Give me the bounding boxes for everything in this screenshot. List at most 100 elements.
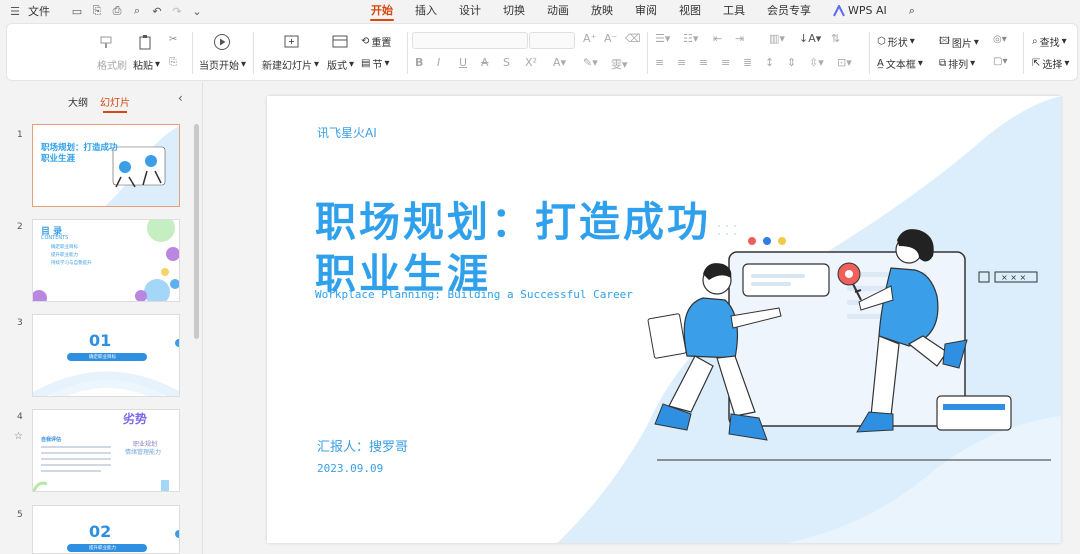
tab-slides[interactable]: 幻灯片 [100,94,130,113]
star-icon[interactable]: ☆ [14,431,23,442]
layout-button[interactable]: 版式 ▾ [327,57,354,72]
arrange-icon: ⧉ [939,58,947,69]
reporter-label[interactable]: 汇报人：搜罗哥 [317,436,408,455]
new-slide-button[interactable]: 新建幻灯片 ▾ [262,57,319,72]
slide-thumbnail-2[interactable]: 目 录 CONTENTS 确定职业目标 提升职业能力 持续学习与自我提升 [32,219,180,302]
tab-review[interactable]: 审阅 [624,0,668,22]
panel-scrollbar[interactable] [194,124,199,339]
chevron-down-icon: ▾ [155,59,161,70]
font-size-select[interactable] [529,32,575,49]
shadow-icon[interactable]: S [503,56,510,69]
find-button[interactable]: ⌕ 查找 ▾ [1032,34,1067,49]
format-painter-button[interactable]: 格式刷 [97,57,127,72]
play-icon[interactable] [213,33,231,51]
align-right-icon[interactable]: ≡ [699,56,708,69]
slide-number: 5 [17,510,23,520]
copy-icon[interactable]: ⎘ [169,57,177,68]
collapse-panel-icon[interactable]: ‹ [178,91,183,105]
font-name-select[interactable] [412,32,528,49]
underline-icon[interactable]: U [459,56,467,69]
increase-indent-icon[interactable]: ⇥ [735,32,744,45]
text-direction-icon[interactable]: ⇅ [831,32,840,45]
reset-button[interactable]: ⟲ 重置 [361,34,391,49]
slide-5-sub: 提升职业能力 [89,546,116,551]
file-menu[interactable]: 文件 [28,3,50,19]
column-icon[interactable]: ▥▾ [769,32,785,45]
svg-text:× × ×: × × × [1001,273,1026,282]
start-from-current-button[interactable]: 当页开始 ▾ [199,57,246,72]
redo-icon[interactable]: ↷ [170,4,184,18]
align-left-icon[interactable]: ≡ [655,56,664,69]
chevron-down-icon: ▾ [970,58,976,69]
distribute-icon[interactable]: ≣ [743,56,752,69]
highlight-icon[interactable]: ✎▾ [583,56,598,69]
search-icon[interactable]: ⌕ [898,0,926,22]
date-label[interactable]: 2023.09.09 [317,462,383,475]
save-icon[interactable]: ▭ [70,4,84,18]
numbered-list-icon[interactable]: ☷▾ [683,32,698,45]
picture-button[interactable]: 🖾 图片 ▾ [939,34,979,51]
tab-tools[interactable]: 工具 [712,0,756,22]
shape-icon: ⬡ [877,36,886,47]
textbox-button[interactable]: A̲ 文本框 ▾ [877,56,923,71]
clear-format-icon[interactable]: ⌫ [625,32,641,45]
italic-icon[interactable]: I [437,56,440,69]
para-spacing-icon[interactable]: ⇕ [787,56,796,69]
tab-insert[interactable]: 插入 [404,0,448,22]
slide-subtitle[interactable]: Workplace Planning: Building a Successfu… [315,288,633,301]
bold-icon[interactable]: B [415,56,423,69]
justify-icon[interactable]: ≡ [721,56,730,69]
fill-icon[interactable]: ◎▾ [993,34,1007,45]
wps-ai-button[interactable]: WPS AI [822,0,898,22]
slide-thumbnail-5[interactable]: 02 提升职业能力 [32,505,180,554]
superscript-icon[interactable]: X² [525,56,537,69]
print-preview-icon[interactable]: ⌕ [130,4,144,18]
export-icon[interactable]: ⎘ [90,4,104,18]
cut-icon[interactable]: ✂ [169,34,177,45]
undo-icon[interactable]: ↶ [150,4,164,18]
sort-icon[interactable]: ↓A▾ [799,32,821,45]
decrease-indent-icon[interactable]: ⇤ [713,32,722,45]
slide-thumbnail-4[interactable]: 职业规划 情绪管理能力 自我评估 劣势 [32,409,180,492]
grow-font-icon[interactable]: A⁺ [583,32,596,45]
slide-thumbnail-1[interactable]: 职场规划：打造成功职业生涯 [32,124,180,207]
tab-slideshow[interactable]: 放映 [580,0,624,22]
outline-icon[interactable]: ▢▾ [993,56,1007,67]
shape-button[interactable]: ⬡ 形状 ▾ [877,34,915,49]
tab-outline[interactable]: 大纲 [68,94,88,109]
slide-1-title: 职场规划：打造成功职业生涯 [41,143,118,164]
paste-icon[interactable] [137,34,153,50]
hamburger-icon[interactable]: ☰ [8,4,22,18]
format-painter-icon[interactable] [99,34,115,50]
font-color-icon[interactable]: A▾ [553,56,566,69]
tab-transitions[interactable]: 切换 [492,0,536,22]
tab-animations[interactable]: 动画 [536,0,580,22]
tab-design[interactable]: 设计 [448,0,492,22]
layout-icon[interactable] [331,33,349,51]
strikethrough-icon[interactable]: A [481,56,489,69]
slide-5-title: 02 [89,522,112,541]
slide-canvas[interactable]: 讯飞星火AI 职场规划：打造成功 职业生涯 Workplace Planning… [267,96,1061,543]
line-spacing-icon[interactable]: ↕ [765,56,774,69]
select-button[interactable]: ⇱ 选择 ▾ [1032,56,1069,71]
align-center-icon[interactable]: ≡ [677,56,686,69]
slide-thumbnail-3[interactable]: 01 确定职业目标 [32,314,180,397]
ribbon-toolbar: 格式刷 粘贴 ▾ ✂ ⎘ 当页开始 ▾ 新建幻灯片 ▾ 版式 ▾ ⟲ 重置 ▤ 节 ▾ A⁺ … [6,23,1078,81]
chevron-down-icon[interactable]: ⌄ [190,4,204,18]
arrange-button[interactable]: ⧉ 排列 ▾ [939,56,975,71]
text-box-align-icon[interactable]: ⊡▾ [837,56,852,69]
textbox-icon: A̲ [877,58,884,69]
section-button[interactable]: ▤ 节 ▾ [361,56,389,71]
new-slide-icon[interactable] [283,33,301,51]
paste-button[interactable]: 粘贴 ▾ [133,57,160,72]
bullet-list-icon[interactable]: ☰▾ [655,32,670,45]
text-spacing-icon[interactable]: ⇳▾ [809,56,824,69]
tab-member[interactable]: 会员专享 [756,0,822,22]
print-icon[interactable]: ⎙ [110,4,124,18]
tab-home[interactable]: 开始 [360,0,404,22]
shrink-font-icon[interactable]: A⁻ [604,32,617,45]
slide-3-title: 01 [89,331,112,350]
tab-view[interactable]: 视图 [668,0,712,22]
reset-icon: ⟲ [361,36,370,47]
phonetic-icon[interactable]: 雯▾ [611,56,628,72]
